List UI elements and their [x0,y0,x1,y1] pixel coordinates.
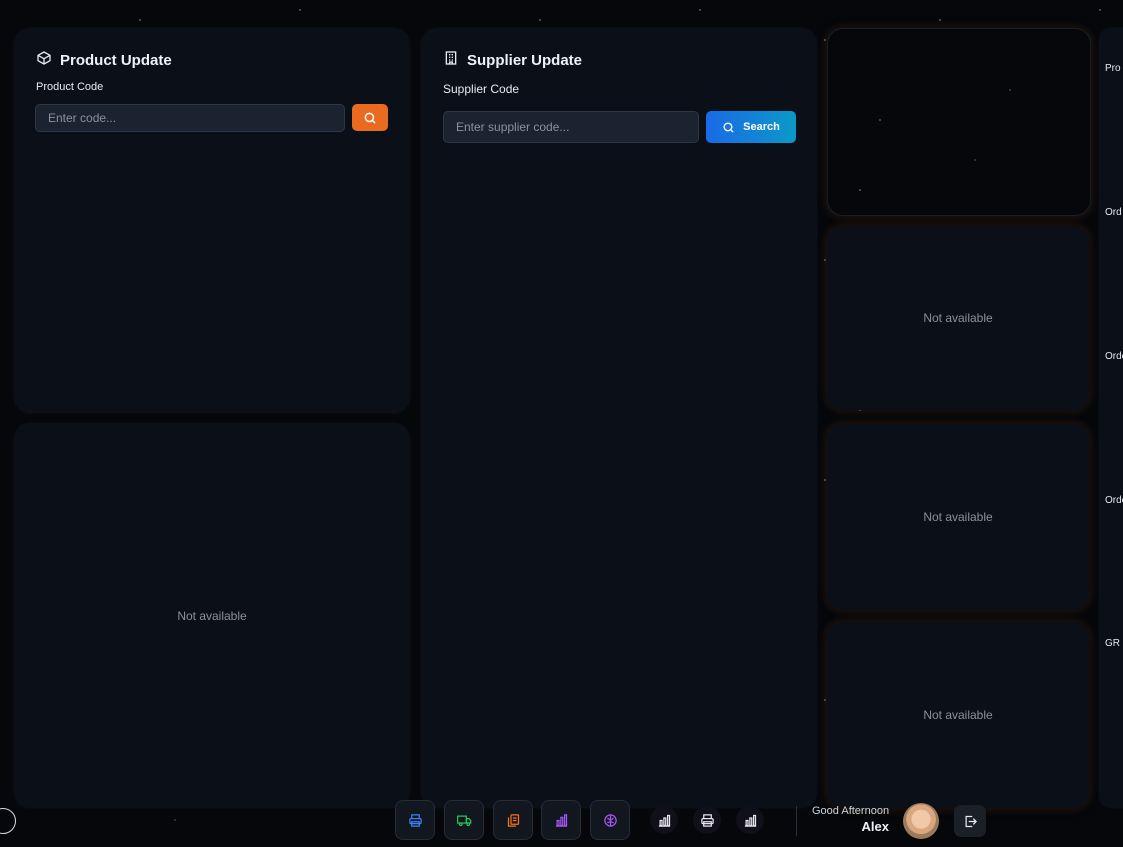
product-search-button[interactable] [352,104,388,131]
truck-icon [456,815,471,826]
dock-small-chart-button-2[interactable] [736,806,764,834]
product-update-card: Product Update Product Code [14,28,410,413]
right-panel-2: Not available [827,226,1089,410]
clipboard-copy-icon [507,813,519,827]
supplier-code-input[interactable] [443,111,699,143]
supplier-update-title: Supplier Update [467,51,583,69]
dock-divider [796,806,797,836]
not-available-text: Not available [923,708,993,722]
bar-chart-icon [555,813,567,827]
right-panel-starfield [827,28,1091,216]
product-update-title: Product Update [60,51,172,69]
box-icon [36,50,52,70]
supplier-update-header: Supplier Update [443,50,582,70]
logout-button[interactable] [954,805,986,837]
dock-small-chart-button[interactable] [650,806,678,834]
printer-icon [700,813,714,827]
supplier-search-button[interactable]: Search [706,111,796,143]
not-available-text: Not available [923,311,993,325]
right-edge-label[interactable]: Ord [1105,207,1123,218]
dock-print-button[interactable] [395,800,435,840]
building-icon [443,50,459,70]
supplier-code-label: Supplier Code [443,82,520,96]
supplier-update-card: Supplier Update Supplier Code Search [421,28,817,808]
product-update-header: Product Update [36,50,172,70]
dock-chart-button[interactable] [541,800,581,840]
bar-chart-icon [658,814,670,827]
product-code-label: Product Code [36,81,104,93]
dock-clipboard-button[interactable] [493,800,533,840]
right-panel-3: Not available [827,424,1089,610]
logout-icon [965,815,977,827]
right-edge-label[interactable]: Orde [1105,351,1123,362]
right-panel-4: Not available [827,622,1089,808]
not-available-text: Not available [923,510,993,524]
user-name: Alex [861,819,889,834]
right-edge-label[interactable]: GR [1105,638,1123,649]
right-edge-sidebar [1099,28,1123,808]
not-available-text: Not available [177,608,247,623]
dock-brain-button[interactable] [590,800,630,840]
avatar[interactable] [903,803,939,839]
right-edge-label[interactable]: Pro [1105,63,1123,74]
right-edge-label[interactable]: Orde [1105,495,1123,506]
brain-icon [603,813,617,827]
dock-small-print-button[interactable] [693,806,721,834]
bar-chart-icon [744,814,756,827]
greeting-text: Good Afternoon [812,805,890,817]
search-icon [364,112,376,123]
product-code-input[interactable] [35,104,345,132]
left-lower-panel: Not available [14,423,410,808]
printer-icon [408,813,422,827]
dock-truck-button[interactable] [444,800,484,840]
search-button-label: Search [743,121,780,133]
search-icon [723,121,734,133]
